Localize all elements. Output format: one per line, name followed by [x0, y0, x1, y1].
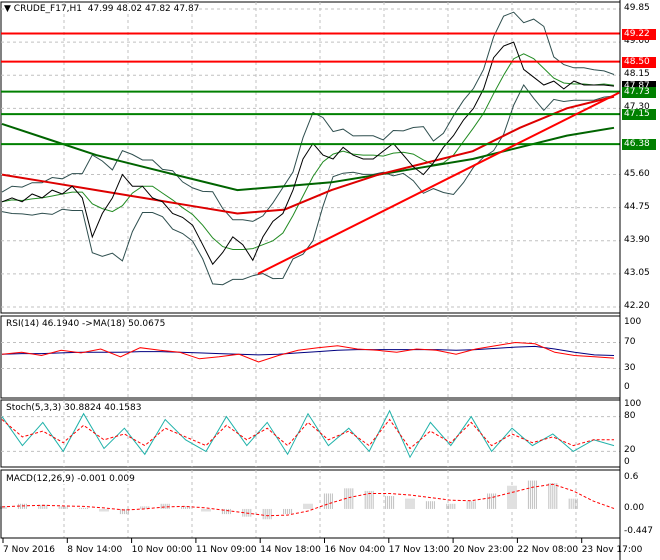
level-tag: 46.38: [622, 139, 656, 151]
rsi-tick: 30: [624, 362, 636, 373]
main-header: ▼ CRUDE_F17,H1 47.99 48.02 47.82 47.87: [4, 4, 200, 14]
time-label: 14 Nov 18:00: [260, 545, 321, 555]
price-tick: 44.75: [624, 201, 650, 212]
price-tick: 43.90: [624, 234, 650, 245]
rsi-title: RSI(14) 46.1940 ->MA(18) 50.0675: [6, 319, 166, 329]
level-tag: 48.50: [622, 56, 656, 68]
time-label: 8 Nov 14:00: [67, 545, 123, 555]
stoch-title: Stoch(5,3,3) 30.8824 40.1583: [6, 403, 142, 413]
time-label: 17 Nov 13:00: [388, 545, 450, 555]
level-tag: 47.15: [622, 109, 656, 121]
pane-0-frame: [0, 1, 621, 314]
ohlc-values: 47.99 48.02 47.82 47.87: [87, 4, 200, 14]
macd-title: MACD(12,26,9) -0.001 0.009: [6, 474, 135, 484]
macd-tick: 0.6: [624, 472, 639, 482]
collapse-triangle-icon[interactable]: ▼: [4, 4, 14, 14]
time-label: 22 Nov 08:00: [517, 545, 579, 555]
macd-tick: 0.00: [624, 502, 645, 513]
price-tick: 42.20: [624, 301, 650, 311]
price-tick: 49.85: [624, 3, 650, 13]
time-label: 20 Nov 23:00: [453, 545, 514, 555]
time-label: 16 Nov 04:00: [324, 545, 386, 555]
time-label: 7 Nov 2016: [3, 545, 55, 555]
stoch-tick: 0: [624, 457, 630, 467]
level-tag: 49.22: [622, 28, 656, 40]
stoch-tick: 100: [624, 399, 642, 409]
time-label: 11 Nov 09:00: [195, 545, 257, 555]
time-label: 23 Nov 17:00: [581, 545, 643, 555]
symbol-label: CRUDE_F17,H1: [13, 4, 83, 14]
rsi-tick: 100: [624, 317, 642, 327]
level-tag: 47.73: [622, 86, 656, 98]
price-tick: 48.15: [624, 69, 650, 80]
stoch-tick: 80: [624, 410, 636, 421]
rsi-tick: 0: [624, 382, 630, 392]
stoch-tick: 20: [624, 445, 636, 456]
macd-tick: -0.447: [624, 526, 654, 536]
time-label: 10 Nov 00:00: [131, 545, 193, 555]
price-tick: 43.05: [624, 267, 650, 278]
price-tick: 45.60: [624, 168, 650, 179]
rsi-tick: 70: [624, 336, 636, 347]
